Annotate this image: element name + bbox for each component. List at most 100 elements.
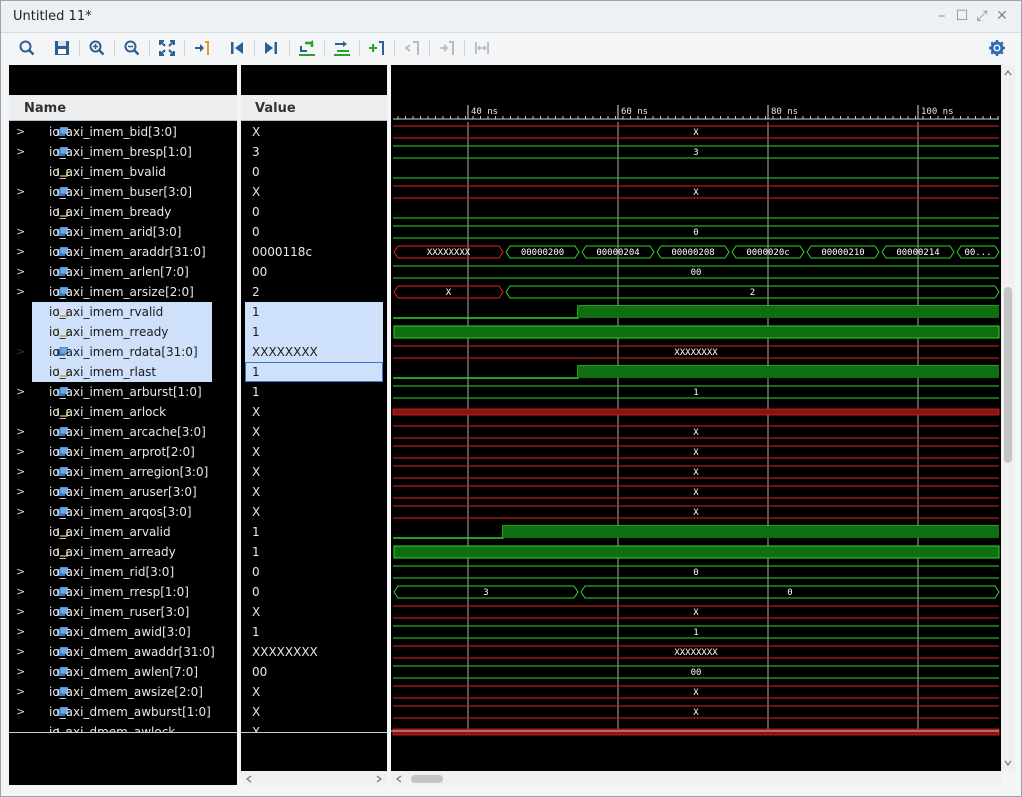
- signal-row[interactable]: > io_axi_dmem_awsize[2:0]: [9, 682, 237, 702]
- expand-chevron-icon[interactable]: >: [16, 182, 26, 202]
- signal-value-row[interactable]: 0: [245, 562, 383, 582]
- previous-transition-icon[interactable]: [227, 38, 247, 58]
- expand-chevron-icon[interactable]: >: [16, 682, 26, 702]
- signal-row[interactable]: > io_axi_imem_bresp[1:0]: [9, 142, 237, 162]
- zoom-in-icon[interactable]: [87, 38, 107, 58]
- signal-value-row[interactable]: X: [245, 602, 383, 622]
- signal-row[interactable]: > io_axi_imem_rid[3:0]: [9, 562, 237, 582]
- signal-value-row[interactable]: 3: [245, 142, 383, 162]
- restore-icon[interactable]: ☐: [953, 7, 971, 25]
- expand-chevron-icon[interactable]: >: [16, 122, 26, 142]
- signal-value-row[interactable]: X: [245, 482, 383, 502]
- swap-cursors-icon[interactable]: [332, 38, 352, 58]
- signal-row[interactable]: > io_axi_imem_arprot[2:0]: [9, 442, 237, 462]
- signal-row[interactable]: > io_axi_imem_arburst[1:0]: [9, 382, 237, 402]
- signal-row[interactable]: > io_axi_imem_arid[3:0]: [9, 222, 237, 242]
- waveform-canvas[interactable]: 40 ns 60 ns 80 ns 100 nsX3X0XXXXXXXX 0000020…: [391, 65, 1001, 771]
- zoom-fit-icon[interactable]: [157, 38, 177, 58]
- signal-value-row[interactable]: X: [245, 462, 383, 482]
- signal-row[interactable]: > io_axi_imem_rdata[31:0]: [16, 342, 212, 362]
- float-icon[interactable]: ⤢: [973, 7, 991, 25]
- signal-row[interactable]: > io_axi_dmem_awburst[1:0]: [9, 702, 237, 722]
- signal-value-row[interactable]: 0: [245, 222, 383, 242]
- signal-value-row[interactable]: X: [245, 702, 383, 722]
- zoom-out-icon[interactable]: [122, 38, 142, 58]
- signal-row[interactable]: > io_axi_imem_araddr[31:0]: [9, 242, 237, 262]
- signal-row[interactable]: > io_axi_imem_rresp[1:0]: [9, 582, 237, 602]
- signal-value-row[interactable]: 1: [245, 542, 383, 562]
- signal-value-row[interactable]: X: [245, 442, 383, 462]
- signal-row[interactable]: > io_axi_imem_bid[3:0]: [9, 122, 237, 142]
- minimize-icon[interactable]: –: [933, 7, 951, 25]
- expand-chevron-icon[interactable]: >: [16, 142, 26, 162]
- signal-row[interactable]: > io_axi_imem_buser[3:0]: [9, 182, 237, 202]
- signal-value-row[interactable]: X: [245, 422, 383, 442]
- signal-row[interactable]: io_axi_imem_arvalid: [9, 522, 237, 542]
- signal-row[interactable]: > io_axi_imem_arlen[7:0]: [9, 262, 237, 282]
- signal-row[interactable]: io_axi_imem_bready: [9, 202, 237, 222]
- signal-value-row[interactable]: X: [245, 122, 383, 142]
- insert-marker-icon[interactable]: [367, 38, 387, 58]
- signal-row[interactable]: > io_axi_dmem_awid[3:0]: [9, 622, 237, 642]
- expand-chevron-icon[interactable]: >: [16, 502, 26, 522]
- expand-chevron-icon[interactable]: >: [16, 222, 26, 242]
- signal-row[interactable]: io_axi_imem_arlock: [9, 402, 237, 422]
- signal-value-row[interactable]: 1: [245, 622, 383, 642]
- signal-row[interactable]: > io_axi_imem_arcache[3:0]: [9, 422, 237, 442]
- signal-row[interactable]: > io_axi_imem_arregion[3:0]: [9, 462, 237, 482]
- save-icon[interactable]: [52, 38, 72, 58]
- signal-row[interactable]: > io_axi_dmem_awaddr[31:0]: [9, 642, 237, 662]
- expand-chevron-icon[interactable]: >: [16, 382, 26, 402]
- expand-chevron-icon[interactable]: >: [16, 562, 26, 582]
- signal-value-row[interactable]: 00: [245, 262, 383, 282]
- signal-row[interactable]: io_axi_imem_arready: [9, 542, 237, 562]
- name-column-header[interactable]: Name: [9, 95, 237, 121]
- signal-row[interactable]: io_axi_imem_rvalid: [32, 302, 212, 322]
- signal-value-row[interactable]: 0: [245, 582, 383, 602]
- signal-row[interactable]: > io_axi_imem_ruser[3:0]: [9, 602, 237, 622]
- signal-value-row[interactable]: X: [245, 682, 383, 702]
- signal-value-row[interactable]: XXXXXXXX: [245, 642, 383, 662]
- expand-chevron-icon[interactable]: >: [16, 282, 26, 302]
- signal-value-row[interactable]: 1: [245, 382, 383, 402]
- close-icon[interactable]: ✕: [993, 7, 1011, 25]
- expand-chevron-icon[interactable]: >: [16, 702, 26, 722]
- signal-row[interactable]: > io_axi_imem_aruser[3:0]: [9, 482, 237, 502]
- waveform-horizontal-scrollbar[interactable]: [391, 771, 1001, 785]
- search-icon[interactable]: [17, 38, 37, 58]
- expand-chevron-icon[interactable]: >: [16, 602, 26, 622]
- signal-value-row[interactable]: 1: [245, 522, 383, 542]
- signal-value-row[interactable]: 00: [245, 662, 383, 682]
- signal-row[interactable]: > io_axi_imem_arsize[2:0]: [9, 282, 237, 302]
- next-transition-icon[interactable]: [261, 38, 281, 58]
- signal-row[interactable]: io_axi_imem_bvalid: [9, 162, 237, 182]
- expand-chevron-icon[interactable]: >: [16, 482, 26, 502]
- signal-value-row[interactable]: X: [245, 182, 383, 202]
- waveform-panel[interactable]: 40 ns 60 ns 80 ns 100 ns X 3 X 0 XXXXXXXX 0000020…: [391, 65, 1001, 771]
- waveform-vertical-scrollbar[interactable]: [1001, 65, 1015, 771]
- signal-value-row[interactable]: XXXXXXXX: [245, 342, 383, 362]
- signal-value-row[interactable]: 0000118c: [245, 242, 383, 262]
- expand-chevron-icon[interactable]: >: [16, 622, 26, 642]
- value-column-header[interactable]: Value: [241, 95, 387, 121]
- expand-chevron-icon[interactable]: >: [16, 262, 26, 282]
- expand-chevron-icon[interactable]: >: [16, 422, 26, 442]
- signal-row[interactable]: io_axi_dmem_awlock: [9, 722, 237, 732]
- signal-row[interactable]: > io_axi_imem_arqos[3:0]: [9, 502, 237, 522]
- signal-value-row[interactable]: 2: [245, 282, 383, 302]
- signal-row[interactable]: > io_axi_dmem_awlen[7:0]: [9, 662, 237, 682]
- signal-value-row[interactable]: X: [245, 722, 383, 732]
- signal-row[interactable]: io_axi_imem_rready: [32, 322, 212, 342]
- signal-value-row[interactable]: X: [245, 502, 383, 522]
- go-to-cursor-icon[interactable]: [192, 38, 212, 58]
- expand-chevron-icon[interactable]: >: [16, 342, 26, 362]
- expand-chevron-icon[interactable]: >: [16, 242, 26, 262]
- expand-chevron-icon[interactable]: >: [16, 462, 26, 482]
- value-horizontal-scrollbar[interactable]: [241, 771, 387, 785]
- signal-value-row[interactable]: X: [245, 402, 383, 422]
- expand-chevron-icon[interactable]: >: [16, 442, 26, 462]
- signal-value-row[interactable]: 0: [245, 202, 383, 222]
- expand-chevron-icon[interactable]: >: [16, 662, 26, 682]
- expand-chevron-icon[interactable]: >: [16, 642, 26, 662]
- signal-value-row[interactable]: 1: [245, 302, 383, 322]
